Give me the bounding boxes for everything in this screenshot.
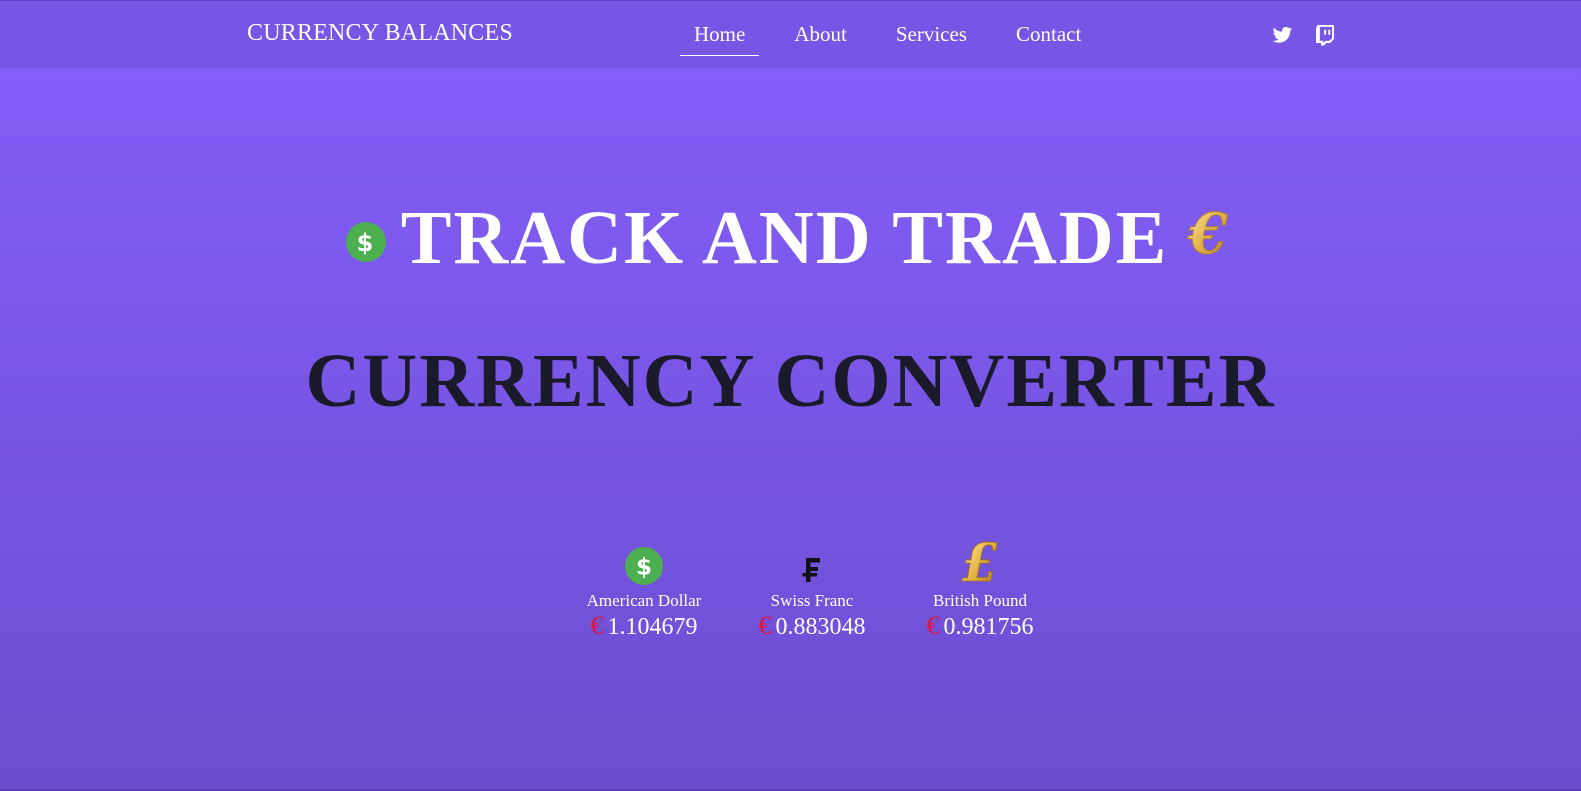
rate-value: €0.883048 [728, 611, 896, 641]
rate-name: British Pound [933, 591, 1027, 610]
pound-gold-icon: £ [896, 536, 1064, 586]
rate-value: €0.981756 [896, 611, 1064, 641]
nav-link-contact[interactable]: Contact [1002, 20, 1095, 56]
dollar-coin-icon: $ [345, 190, 387, 286]
euro-gold-icon: € [1182, 190, 1236, 286]
brand-title[interactable]: CURRENCY BALANCES [247, 20, 513, 47]
dollar-coin-icon: $ [560, 540, 728, 586]
euro-symbol: € [926, 611, 940, 640]
rate-card-gbp: £ British Pound €0.981756 [896, 536, 1064, 641]
franc-icon [728, 540, 896, 586]
nav-link-home[interactable]: Home [680, 20, 760, 56]
rate-number: 0.883048 [775, 614, 866, 640]
rate-name: Swiss Franc [770, 591, 854, 610]
main-nav: Home About Services Contact [680, 20, 1116, 56]
rate-number: 0.981756 [943, 614, 1034, 640]
nav-link-about[interactable]: About [780, 20, 861, 56]
rate-card-usd: $ American Dollar €1.104679 [560, 540, 728, 641]
nav-link-services[interactable]: Services [882, 20, 981, 56]
top-navbar: CURRENCY BALANCES Home About Services Co… [0, 0, 1581, 68]
rate-card-chf: Swiss Franc €0.883048 [728, 540, 896, 641]
hero-heading-line1: $ TRACK AND TRADE € [0, 190, 1581, 294]
euro-symbol: € [590, 611, 604, 640]
twitter-icon[interactable] [1270, 23, 1294, 47]
rate-number: 1.104679 [607, 614, 698, 640]
rate-name: American Dollar [586, 591, 702, 610]
twitch-icon[interactable] [1313, 23, 1337, 47]
svg-text:£: £ [962, 536, 998, 586]
hero-heading-line2: CURRENCY CONVERTER [305, 339, 1276, 423]
svg-text:$: $ [636, 555, 652, 581]
currency-rates: $ American Dollar €1.104679 Swiss Franc … [560, 536, 1064, 641]
svg-text:$: $ [356, 229, 375, 257]
hero-title-track: TRACK AND TRADE [400, 196, 1169, 280]
svg-text:€: € [1187, 205, 1230, 263]
euro-symbol: € [758, 611, 772, 640]
rate-value: €1.104679 [560, 611, 728, 641]
